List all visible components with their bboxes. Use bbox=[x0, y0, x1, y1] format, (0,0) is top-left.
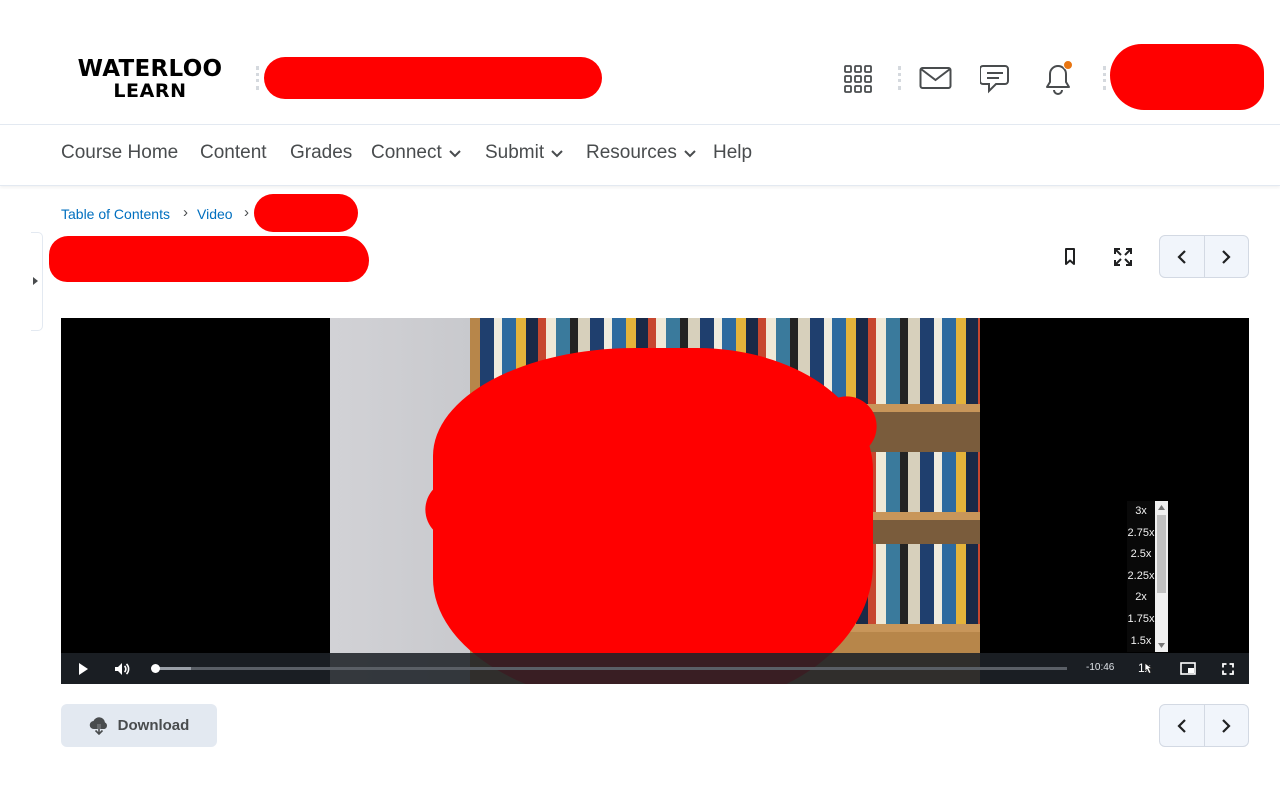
seek-handle[interactable] bbox=[151, 664, 160, 673]
play-button[interactable] bbox=[73, 653, 93, 684]
player-fullscreen-button[interactable] bbox=[1218, 653, 1238, 684]
caret-right-icon bbox=[33, 277, 38, 285]
scroll-down-icon[interactable] bbox=[1158, 643, 1165, 648]
nav-label: Submit bbox=[485, 142, 545, 163]
site-header: WATERLOO LEARN bbox=[0, 0, 1280, 125]
nav-resources[interactable]: Resources bbox=[586, 142, 696, 164]
volume-icon bbox=[115, 662, 130, 675]
header-divider bbox=[256, 66, 259, 90]
scroll-up-icon[interactable] bbox=[1158, 505, 1165, 510]
nav-label: Content bbox=[200, 142, 267, 163]
picture-in-picture-icon bbox=[1180, 662, 1196, 675]
course-navbar: Course Home Content Grades Connect Submi… bbox=[0, 125, 1280, 186]
speed-option[interactable]: 1.75x bbox=[1127, 609, 1155, 631]
volume-button[interactable] bbox=[111, 653, 133, 684]
apps-grid-icon[interactable] bbox=[844, 65, 872, 93]
next-topic-button[interactable] bbox=[1203, 236, 1249, 277]
breadcrumb-video[interactable]: Video bbox=[197, 206, 233, 222]
previous-topic-button[interactable] bbox=[1160, 236, 1204, 277]
video-player[interactable]: 3x 2.75x 2.5x 2.25x 2x 1.75x 1.5x -10:46… bbox=[61, 318, 1249, 684]
previous-topic-button[interactable] bbox=[1160, 705, 1204, 746]
fullscreen-button[interactable] bbox=[1110, 244, 1136, 270]
nav-label: Help bbox=[713, 142, 753, 163]
speed-option[interactable]: 2.75x bbox=[1127, 523, 1155, 545]
speed-option[interactable]: 2.25x bbox=[1127, 566, 1155, 588]
speed-option[interactable]: 3x bbox=[1127, 501, 1155, 523]
nav-submit[interactable]: Submit bbox=[485, 142, 563, 164]
chevron-left-icon bbox=[1177, 718, 1186, 733]
chevron-down-icon bbox=[684, 150, 696, 158]
next-topic-button[interactable] bbox=[1203, 705, 1249, 746]
video-control-bar: -10:46 1x bbox=[61, 653, 1249, 684]
nav-label: Grades bbox=[290, 142, 353, 163]
speed-option[interactable]: 2x bbox=[1127, 587, 1155, 609]
header-divider bbox=[898, 66, 901, 90]
breadcrumb-table-of-contents[interactable]: Table of Contents bbox=[61, 206, 170, 222]
breadcrumb-separator: › bbox=[244, 204, 249, 221]
notification-dot bbox=[1063, 60, 1073, 70]
topic-pager-top bbox=[1159, 235, 1249, 278]
nav-label: Course Home bbox=[61, 142, 179, 163]
seek-bar[interactable] bbox=[151, 664, 1067, 673]
player-fullscreen-icon bbox=[1222, 662, 1234, 675]
nav-help[interactable]: Help bbox=[713, 142, 752, 164]
logo-line2: LEARN bbox=[113, 80, 187, 102]
cursor-icon bbox=[1144, 662, 1154, 675]
chat-icon[interactable] bbox=[980, 62, 1013, 94]
mail-icon[interactable] bbox=[919, 66, 952, 90]
playback-speed-menu[interactable]: 3x 2.75x 2.5x 2.25x 2x 1.75x 1.5x bbox=[1127, 501, 1168, 652]
nav-grades[interactable]: Grades bbox=[290, 142, 352, 164]
redacted-topic-title bbox=[49, 236, 369, 282]
time-remaining: -10:46 bbox=[1086, 662, 1115, 673]
nav-connect[interactable]: Connect bbox=[371, 142, 461, 164]
breadcrumb-separator: › bbox=[183, 204, 188, 221]
bookmark-button[interactable] bbox=[1058, 244, 1082, 270]
redacted-breadcrumb-item bbox=[254, 194, 358, 232]
chevron-right-icon bbox=[1222, 249, 1231, 264]
header-divider bbox=[1103, 66, 1106, 90]
redacted-course-title bbox=[264, 57, 602, 99]
speed-option[interactable]: 1.5x bbox=[1127, 631, 1155, 653]
cloud-download-icon bbox=[89, 716, 107, 735]
bookmark-icon bbox=[1065, 248, 1075, 265]
nav-course-home[interactable]: Course Home bbox=[61, 142, 178, 164]
toc-side-toggle[interactable] bbox=[31, 232, 43, 331]
picture-in-picture-button[interactable] bbox=[1177, 653, 1199, 684]
nav-content[interactable]: Content bbox=[200, 142, 267, 164]
fullscreen-expand-icon bbox=[1114, 248, 1132, 266]
topic-pager-bottom bbox=[1159, 704, 1249, 747]
nav-label: Connect bbox=[371, 142, 442, 163]
scrollbar-thumb[interactable] bbox=[1157, 515, 1166, 593]
speed-option[interactable]: 2.5x bbox=[1127, 544, 1155, 566]
chevron-down-icon bbox=[551, 150, 563, 158]
speed-menu-scrollbar[interactable] bbox=[1155, 501, 1168, 652]
logo-line1: WATERLOO bbox=[77, 56, 223, 82]
chevron-down-icon bbox=[449, 150, 461, 158]
download-button[interactable]: Download bbox=[61, 704, 217, 747]
download-label: Download bbox=[117, 717, 190, 734]
chevron-right-icon bbox=[1222, 718, 1231, 733]
chevron-left-icon bbox=[1177, 249, 1186, 264]
waterloo-learn-logo[interactable]: WATERLOO LEARN bbox=[73, 58, 227, 101]
play-icon bbox=[79, 662, 88, 675]
redacted-user-menu[interactable] bbox=[1110, 44, 1264, 110]
nav-label: Resources bbox=[586, 142, 677, 163]
